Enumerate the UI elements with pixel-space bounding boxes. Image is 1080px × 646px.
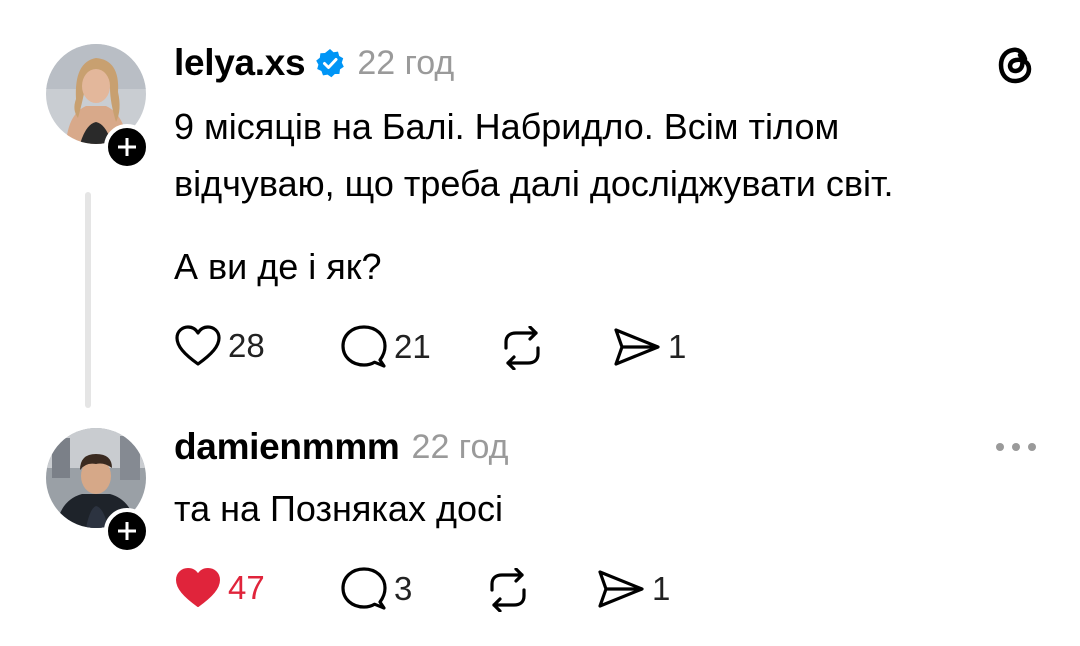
post-text-line-1: 9 місяців на Балі. Набридло. Всім тілом: [174, 106, 840, 147]
reply-share-button[interactable]: 1: [596, 568, 670, 610]
post-text-line-2: відчуваю, що треба далі досліджувати сві…: [174, 163, 894, 204]
post-like-count: 28: [228, 327, 265, 364]
reply-like-button[interactable]: 47: [174, 566, 265, 610]
share-icon: [598, 570, 644, 608]
repost-icon: [504, 326, 540, 370]
reply-timestamp: 22 год: [411, 427, 509, 466]
threads-logo-icon[interactable]: [996, 44, 1036, 91]
follow-lelya-button[interactable]: [104, 124, 150, 170]
comment-icon: [341, 567, 387, 610]
reply-header: damienmmm 22 год: [174, 426, 508, 468]
reply-comment-count: 3: [394, 570, 413, 607]
post-username[interactable]: lelya.xs: [174, 42, 306, 84]
post-header: lelya.xs 22 год: [174, 42, 454, 84]
post-comment-button[interactable]: 21: [340, 324, 431, 370]
reply-repost-button[interactable]: [484, 568, 532, 612]
repost-icon: [490, 568, 526, 612]
reply-share-count: 1: [652, 570, 671, 607]
follow-damienmmm-button[interactable]: [104, 508, 150, 554]
comment-icon: [341, 325, 387, 368]
post-share-button[interactable]: 1: [612, 326, 686, 368]
post-share-count: 1: [668, 328, 687, 365]
reply-username[interactable]: damienmmm: [174, 426, 400, 468]
share-icon: [614, 328, 660, 366]
plus-icon: [118, 522, 136, 540]
reply-comment-button[interactable]: 3: [340, 566, 412, 612]
reply-like-count: 47: [228, 569, 265, 606]
plus-icon: [118, 138, 136, 156]
heart-filled-icon: [176, 568, 220, 607]
reply-text: та на Позняках досі: [174, 488, 503, 529]
heart-icon: [175, 325, 221, 366]
verified-badge-icon: [315, 48, 345, 78]
post-comment-count: 21: [394, 328, 431, 365]
more-options-icon[interactable]: [994, 440, 1038, 458]
post-like-button[interactable]: 28: [174, 324, 265, 368]
post-repost-button[interactable]: [498, 326, 546, 370]
post-timestamp: 22 год: [357, 43, 455, 82]
post-text-question: А ви де і як?: [174, 246, 382, 287]
thread-line: [85, 192, 91, 408]
